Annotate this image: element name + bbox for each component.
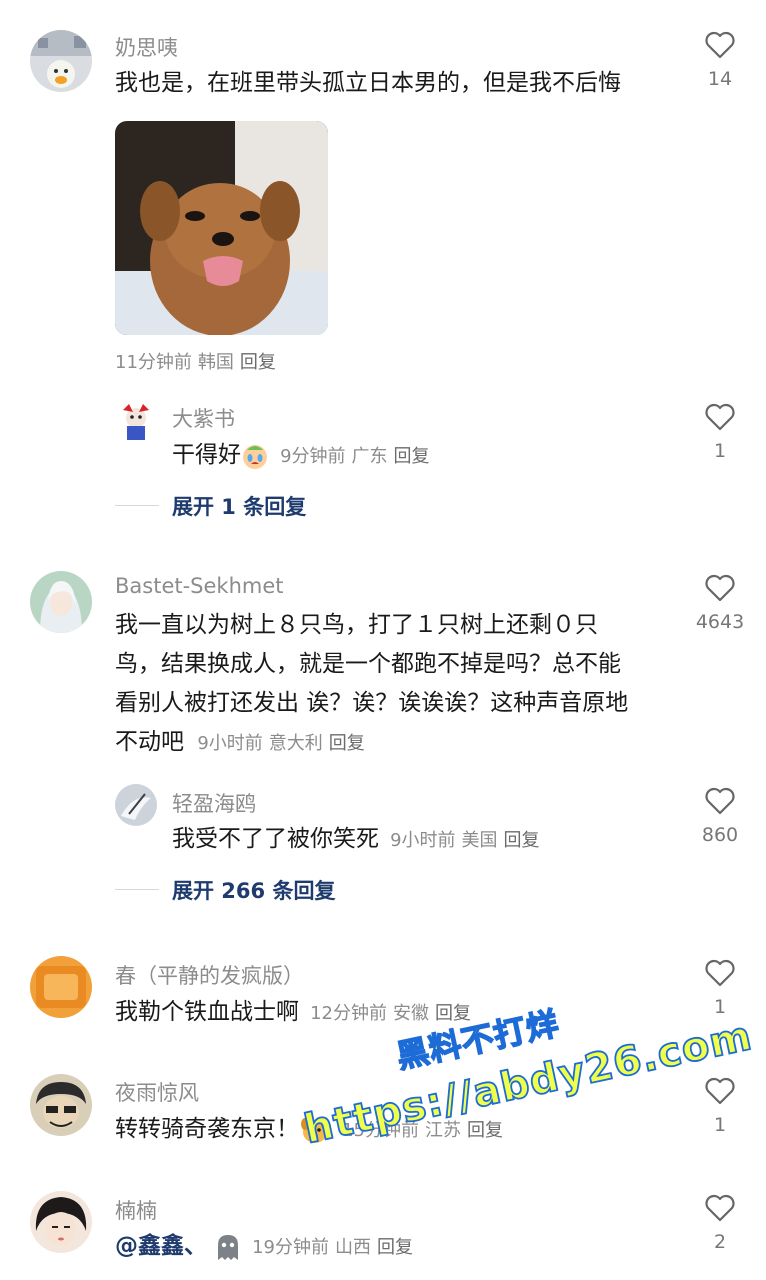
- comment-text: 我一直以为树上８只鸟，打了１只树上还剩０只 鸟，结果换成人，就是一个都跑不掉是吗…: [115, 606, 675, 763]
- reply-button[interactable]: 回复: [504, 830, 540, 851]
- timestamp: 19分钟前: [252, 1237, 329, 1258]
- timestamp: 12分钟前: [310, 1003, 387, 1024]
- timestamp: 9小时前: [197, 733, 263, 754]
- username[interactable]: 大紫书: [172, 403, 235, 433]
- like-button[interactable]: 1: [690, 958, 750, 1018]
- location: 意大利: [268, 733, 323, 754]
- username[interactable]: 春（平静的发疯版）: [115, 960, 304, 990]
- heart-icon: [705, 1194, 735, 1222]
- like-button[interactable]: 1: [690, 1076, 750, 1136]
- like-button[interactable]: 1: [690, 402, 750, 462]
- comment-text: 我勒个铁血战士啊: [115, 999, 299, 1025]
- comment-text-line: 不动吧: [115, 729, 184, 755]
- reply-button[interactable]: 回复: [240, 352, 276, 373]
- comment-body: @鑫鑫、 19分钟前 山西 回复: [115, 1227, 419, 1266]
- heart-icon: [705, 403, 735, 431]
- username[interactable]: 夜雨惊风: [115, 1077, 199, 1107]
- avatar[interactable]: [30, 1074, 92, 1136]
- like-button[interactable]: 4643: [686, 573, 754, 633]
- username[interactable]: 轻盈海鸥: [172, 788, 256, 818]
- expand-replies-button[interactable]: 展开 266 条回复: [115, 875, 435, 905]
- like-count: 1: [713, 440, 727, 462]
- divider: [115, 889, 159, 890]
- expand-replies-label[interactable]: 展开 1 条回复: [172, 491, 306, 521]
- like-button[interactable]: 860: [690, 786, 750, 846]
- username[interactable]: Bastet-Sekhmet: [115, 574, 284, 598]
- avatar[interactable]: [115, 400, 157, 442]
- location: 广东: [351, 446, 388, 467]
- timestamp: 11分钟前: [115, 352, 192, 373]
- reply-text: 干得好: [172, 442, 241, 468]
- expand-replies-button[interactable]: 展开 1 条回复: [115, 491, 415, 521]
- like-count: 1: [713, 1114, 727, 1136]
- comment-image[interactable]: [115, 121, 328, 335]
- avatar[interactable]: [115, 784, 157, 826]
- avatar[interactable]: [30, 571, 92, 633]
- avatar[interactable]: [30, 30, 92, 92]
- location: 山西: [335, 1237, 371, 1258]
- avatar[interactable]: [30, 1191, 92, 1253]
- comment-text-line: 鸟，结果换成人，就是一个都跑不掉是吗？总不能: [115, 651, 621, 677]
- reply-button[interactable]: 回复: [467, 1120, 503, 1141]
- heart-icon: [705, 1077, 735, 1105]
- heart-icon: [705, 31, 735, 59]
- like-count: 4643: [695, 611, 745, 633]
- heart-icon: [705, 959, 735, 987]
- crying-emoji-icon: [241, 442, 269, 474]
- username[interactable]: 楠楠: [115, 1195, 157, 1225]
- heart-icon: [705, 787, 735, 815]
- comment-text-line: 看别人被打还发出 诶？诶？诶诶诶？这种声音原地: [115, 690, 629, 716]
- comment-text-line: 我一直以为树上８只鸟，打了１只树上还剩０只: [115, 612, 598, 638]
- location: 韩国: [197, 352, 234, 373]
- timestamp: 9分钟前: [280, 446, 346, 467]
- expand-replies-label[interactable]: 展开 266 条回复: [172, 875, 335, 905]
- reply-button[interactable]: 回复: [377, 1237, 413, 1258]
- reply-text: 我受不了了被你笑死: [172, 826, 379, 852]
- like-count: 860: [701, 824, 739, 846]
- comment-text: 我也是，在班里带头孤立日本男的，但是我不后悔: [115, 70, 621, 96]
- ghost-emoji-icon: [213, 1232, 243, 1266]
- reply-button[interactable]: 回复: [394, 446, 430, 467]
- timestamp: 9小时前: [390, 830, 456, 851]
- location: 美国: [461, 830, 498, 851]
- like-button[interactable]: 14: [690, 30, 750, 90]
- comment-text: 转转骑奇袭东京！: [115, 1116, 299, 1142]
- mention-link[interactable]: @鑫鑫、: [115, 1233, 207, 1259]
- like-count: 2: [713, 1231, 727, 1253]
- username[interactable]: 奶思咦: [115, 32, 178, 62]
- reply-body: 干得好 9分钟前 广东 回复: [172, 436, 436, 475]
- heart-icon: [705, 574, 735, 602]
- reply-body: 我受不了了被你笑死 9小时前 美国 回复: [172, 820, 546, 859]
- like-button[interactable]: 2: [690, 1193, 750, 1253]
- location: 安徽: [393, 1003, 429, 1024]
- comment-meta: 11分钟前 韩国 回复: [115, 348, 282, 374]
- divider: [115, 505, 159, 506]
- avatar[interactable]: [30, 956, 92, 1018]
- like-count: 14: [707, 68, 733, 90]
- reply-button[interactable]: 回复: [329, 733, 365, 754]
